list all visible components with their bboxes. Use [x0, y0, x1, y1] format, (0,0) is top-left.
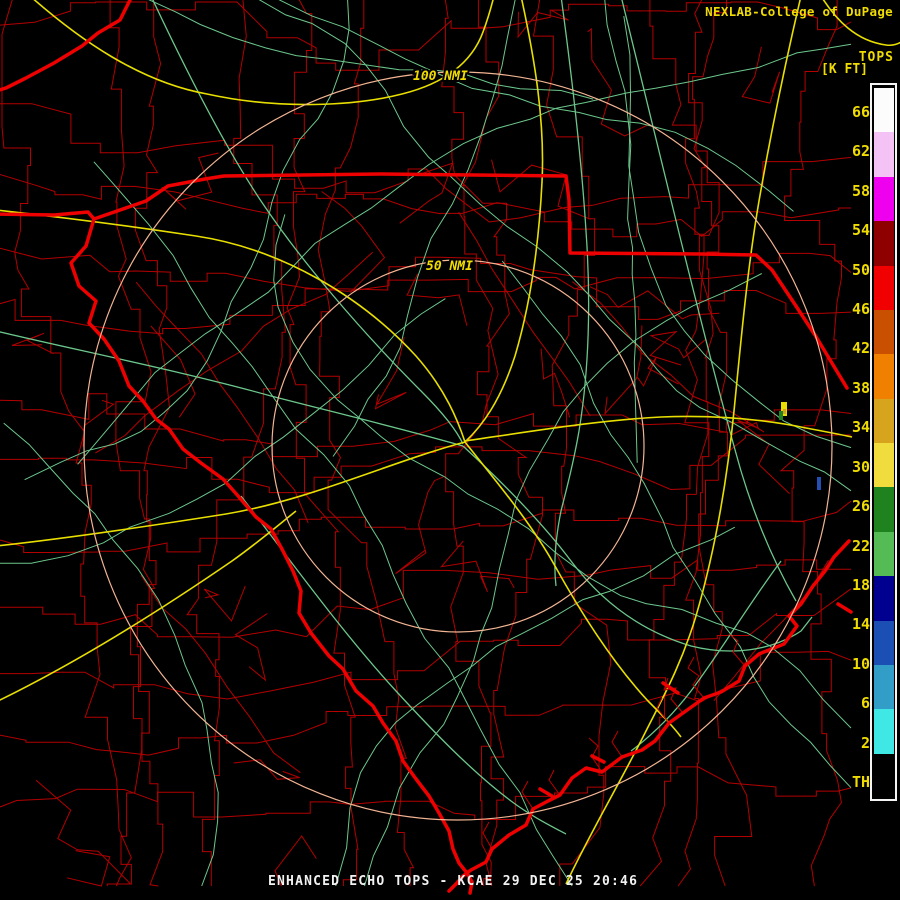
- scale-cell: [874, 309, 894, 355]
- radar-map: 100 NMI 50 NMI: [0, 0, 900, 895]
- county-line: [0, 500, 852, 553]
- county-line: [741, 46, 781, 104]
- scale-tick-label: 38: [851, 378, 870, 397]
- river-saluda: [0, 331, 464, 447]
- product-caption: ENHANCED ECHO TOPS - KCAE 29 DEC 25 20:4…: [268, 874, 639, 889]
- scale-tick-label: 10: [851, 654, 870, 673]
- scale-tick-label: 42: [851, 339, 870, 358]
- highway-east: [464, 415, 853, 442]
- county-line: [286, 0, 359, 886]
- estuary: [521, 780, 534, 810]
- scale-tick-label: 22: [851, 536, 870, 555]
- scale-cell: [874, 576, 894, 621]
- river-santee: [462, 445, 813, 652]
- scale-tick-label: 34: [851, 418, 870, 437]
- range-rings: [83, 71, 833, 821]
- estuary: [611, 730, 623, 758]
- county-line: [95, 251, 374, 454]
- scale-cell: [874, 176, 894, 222]
- scale-tick-label: 14: [851, 615, 870, 634]
- gold-echo: [783, 409, 786, 414]
- scale-cell: [874, 487, 894, 533]
- blue-echo: [817, 477, 821, 490]
- watermark-text: NEXLAB-College of DuPage: [705, 4, 893, 19]
- interstate-20-west: [0, 441, 466, 547]
- barrier-island: [538, 787, 554, 798]
- scale-cell: [874, 443, 894, 488]
- interstate-26-se: [464, 441, 682, 738]
- minor-road-line: [258, 0, 852, 492]
- estuary: [482, 821, 493, 850]
- estuary: [548, 769, 561, 796]
- minor-road-line: [0, 298, 446, 564]
- interstate-26-nw: [0, 209, 466, 443]
- county-lines: [0, 0, 852, 887]
- scale-cell: [874, 709, 894, 755]
- scale-tick-label: 30: [851, 457, 870, 476]
- county-line: [0, 393, 852, 458]
- scale-tick-label: 54: [851, 221, 870, 240]
- county-line: [203, 585, 246, 622]
- scale-cell: [874, 354, 894, 400]
- interstate-77: [464, 0, 544, 443]
- scale-cell: [874, 664, 894, 710]
- scale-cell: [874, 531, 894, 577]
- county-line: [395, 476, 444, 575]
- county-line: [636, 357, 679, 387]
- county-line: [0, 650, 852, 756]
- scale-cell: [874, 620, 894, 666]
- county-line: [321, 191, 386, 293]
- county-line: [234, 613, 268, 682]
- scale-cell: [874, 265, 894, 311]
- scale-tick-label: 6: [860, 694, 870, 713]
- range-ring-100nmi: [83, 71, 833, 821]
- radar-display: 100 NMI 50 NMI NEXLAB-College of DuPage …: [0, 0, 900, 900]
- scale-units: [K FT]: [821, 62, 868, 77]
- minor-road-line: [148, 0, 594, 100]
- scale-cell: [874, 221, 894, 266]
- minor-road-line: [604, 0, 638, 463]
- river-wateree: [554, 0, 590, 587]
- scale-tick-label: 46: [851, 300, 870, 319]
- scale-tick-label: 62: [851, 142, 870, 161]
- border-nc-sc: [0, 172, 849, 390]
- county-line: [532, 0, 612, 886]
- minor-road-line: [3, 422, 219, 887]
- scale-tick-label: 2: [860, 733, 870, 752]
- radar-echoes: [779, 402, 821, 490]
- county-line: [440, 540, 515, 593]
- scale-tick-label: 58: [851, 181, 870, 200]
- county-line: [233, 759, 300, 780]
- county-line: [0, 434, 851, 494]
- county-line: [441, 0, 543, 886]
- scale-tick-label: 50: [851, 260, 870, 279]
- range-ring-label-50: 50 NMI: [426, 259, 473, 274]
- range-ring-label-100: 100 NMI: [413, 69, 468, 84]
- river-edisto: [240, 495, 567, 835]
- estuary-lines: [482, 633, 746, 850]
- scale-tick-label: 18: [851, 575, 870, 594]
- county-line: [35, 779, 132, 885]
- county-line: [639, 0, 720, 887]
- county-line: [0, 103, 852, 223]
- scale-tick-label: TH: [851, 772, 870, 791]
- green-echo: [779, 411, 783, 420]
- county-line: [186, 0, 286, 886]
- scale-cell: [874, 753, 894, 799]
- scale-cell: [874, 398, 894, 444]
- scale-cell: [874, 132, 894, 178]
- county-line: [109, 0, 164, 887]
- scale-tick-label: 66: [851, 103, 870, 121]
- county-line: [571, 281, 765, 433]
- interstate-85: [33, 0, 494, 106]
- county-line: [604, 325, 643, 416]
- coastline: [447, 539, 851, 893]
- border-nc-ga: [0, 0, 132, 92]
- scale-tick-label: 26: [851, 497, 870, 516]
- state-borders: [0, 0, 853, 895]
- barrier-island: [836, 602, 853, 614]
- county-line: [731, 419, 790, 494]
- county-line: [649, 330, 707, 366]
- scale-cell: [874, 88, 894, 133]
